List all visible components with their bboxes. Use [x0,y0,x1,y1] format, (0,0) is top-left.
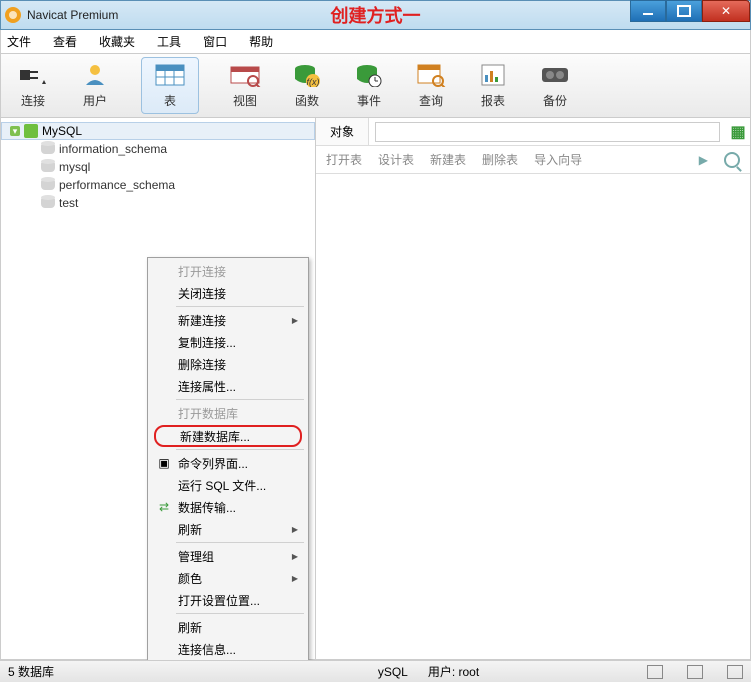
toolbar-connect[interactable]: 连接 [17,62,49,109]
view-mode-list-icon[interactable] [687,665,703,679]
menu-help[interactable]: 帮助 [249,33,273,50]
tree-root-mysql[interactable]: ▾ MySQL [1,122,315,140]
annotation-text: 创建方式一 [331,2,421,28]
menu-view[interactable]: 查看 [53,33,77,50]
new-table-action[interactable]: 新建表 [430,151,466,168]
ctx-refresh-2[interactable]: 刷新 [150,616,306,638]
toolbar-user-label: 用户 [83,92,107,109]
status-user-value: root [459,665,480,679]
new-tab-button[interactable]: ▦ [726,122,750,142]
query-icon [415,62,447,88]
maximize-button[interactable] [666,0,702,22]
toolbar-view-label: 视图 [233,92,257,109]
toolbar: 连接 用户 表 视图 f(x) 函数 事件 查询 [0,54,751,118]
delete-table-action[interactable]: 删除表 [482,151,518,168]
app-icon [5,7,21,23]
toolbar-view[interactable]: 视图 [229,62,261,109]
database-icon [41,198,55,208]
ctx-delete-connection[interactable]: 删除连接 [150,353,306,375]
tree-db-item[interactable]: mysql [1,158,315,176]
ctx-open-connection: 打开连接 [150,260,306,282]
toolbar-report-label: 报表 [481,92,505,109]
open-table-action[interactable]: 打开表 [326,151,362,168]
menu-window[interactable]: 窗口 [203,33,227,50]
object-list-area [316,174,750,659]
status-server: ySQL [378,665,408,679]
view-icon [229,62,261,88]
ctx-refresh[interactable]: 刷新 [150,518,306,540]
toolbar-table-label: 表 [164,92,176,109]
connection-icon [24,124,38,138]
toolbar-backup-label: 备份 [543,92,567,109]
table-icon [154,62,186,88]
close-button[interactable] [702,0,750,22]
event-icon [353,62,385,88]
view-mode-detail-icon[interactable] [727,665,743,679]
toolbar-report[interactable]: 报表 [477,62,509,109]
ctx-data-transfer[interactable]: ⇄数据传输... [150,496,306,518]
user-icon [79,62,111,88]
menu-favorites[interactable]: 收藏夹 [99,33,135,50]
toolbar-function-label: 函数 [295,92,319,109]
menu-file[interactable]: 文件 [7,33,31,50]
tree-db-item[interactable]: performance_schema [1,176,315,194]
ctx-close-connection[interactable]: 关闭连接 [150,282,306,304]
search-icon[interactable] [724,152,740,168]
context-menu: 打开连接 关闭连接 新建连接 复制连接... 删除连接 连接属性... 打开数据… [147,257,309,663]
chevron-right-icon[interactable]: ▶ [699,153,708,167]
toolbar-backup[interactable]: 备份 [539,62,571,109]
tree-root-label: MySQL [42,124,82,138]
menu-bar: 文件 查看 收藏夹 工具 窗口 帮助 [0,30,751,54]
ctx-color[interactable]: 颜色 [150,567,306,589]
toolbar-query[interactable]: 查询 [415,62,447,109]
report-icon [477,62,509,88]
ctx-connection-properties[interactable]: 连接属性... [150,375,306,397]
collapse-icon[interactable]: ▾ [10,126,20,136]
database-icon [41,180,55,190]
backup-icon [539,62,571,88]
tab-objects[interactable]: 对象 [316,118,369,145]
ctx-manage-group[interactable]: 管理组 [150,545,306,567]
ctx-command-interface[interactable]: ▣命令列界面... [150,452,306,474]
ctx-new-database[interactable]: 新建数据库... [154,425,302,447]
tree-db-item[interactable]: information_schema [1,140,315,158]
toolbar-event-label: 事件 [357,92,381,109]
table-actions-bar: 打开表 设计表 新建表 删除表 导入向导 ▶ [316,146,750,174]
database-icon [41,144,55,154]
function-icon: f(x) [291,62,323,88]
ctx-run-sql[interactable]: 运行 SQL 文件... [150,474,306,496]
ctx-open-database: 打开数据库 [150,402,306,424]
toolbar-event[interactable]: 事件 [353,62,385,109]
toolbar-user[interactable]: 用户 [79,62,111,109]
toolbar-connect-label: 连接 [21,92,45,109]
import-wizard-action[interactable]: 导入向导 [534,151,582,168]
database-icon [41,162,55,172]
ctx-duplicate-connection[interactable]: 复制连接... [150,331,306,353]
status-bar: 5 数据库 ySQL 用户: root [0,660,751,682]
toolbar-function[interactable]: f(x) 函数 [291,62,323,109]
ctx-connection-info[interactable]: 连接信息... [150,638,306,660]
object-filter-input[interactable] [375,122,720,142]
toolbar-table[interactable]: 表 [141,57,199,114]
window-title: Navicat Premium [27,8,118,22]
title-bar: Navicat Premium 创建方式一 [0,0,751,30]
plug-icon [17,62,49,88]
menu-tools[interactable]: 工具 [157,33,181,50]
toolbar-query-label: 查询 [419,92,443,109]
minimize-button[interactable] [630,0,666,22]
view-mode-grid-icon[interactable] [647,665,663,679]
tree-db-item[interactable]: test [1,194,315,212]
ctx-open-settings-location[interactable]: 打开设置位置... [150,589,306,611]
ctx-new-connection[interactable]: 新建连接 [150,309,306,331]
status-db-count: 5 数据库 [8,663,54,680]
design-table-action[interactable]: 设计表 [378,151,414,168]
svg-text:f(x): f(x) [307,77,320,87]
status-user-label: 用户: [428,665,455,679]
transfer-icon: ⇄ [156,499,172,515]
terminal-icon: ▣ [156,455,172,471]
